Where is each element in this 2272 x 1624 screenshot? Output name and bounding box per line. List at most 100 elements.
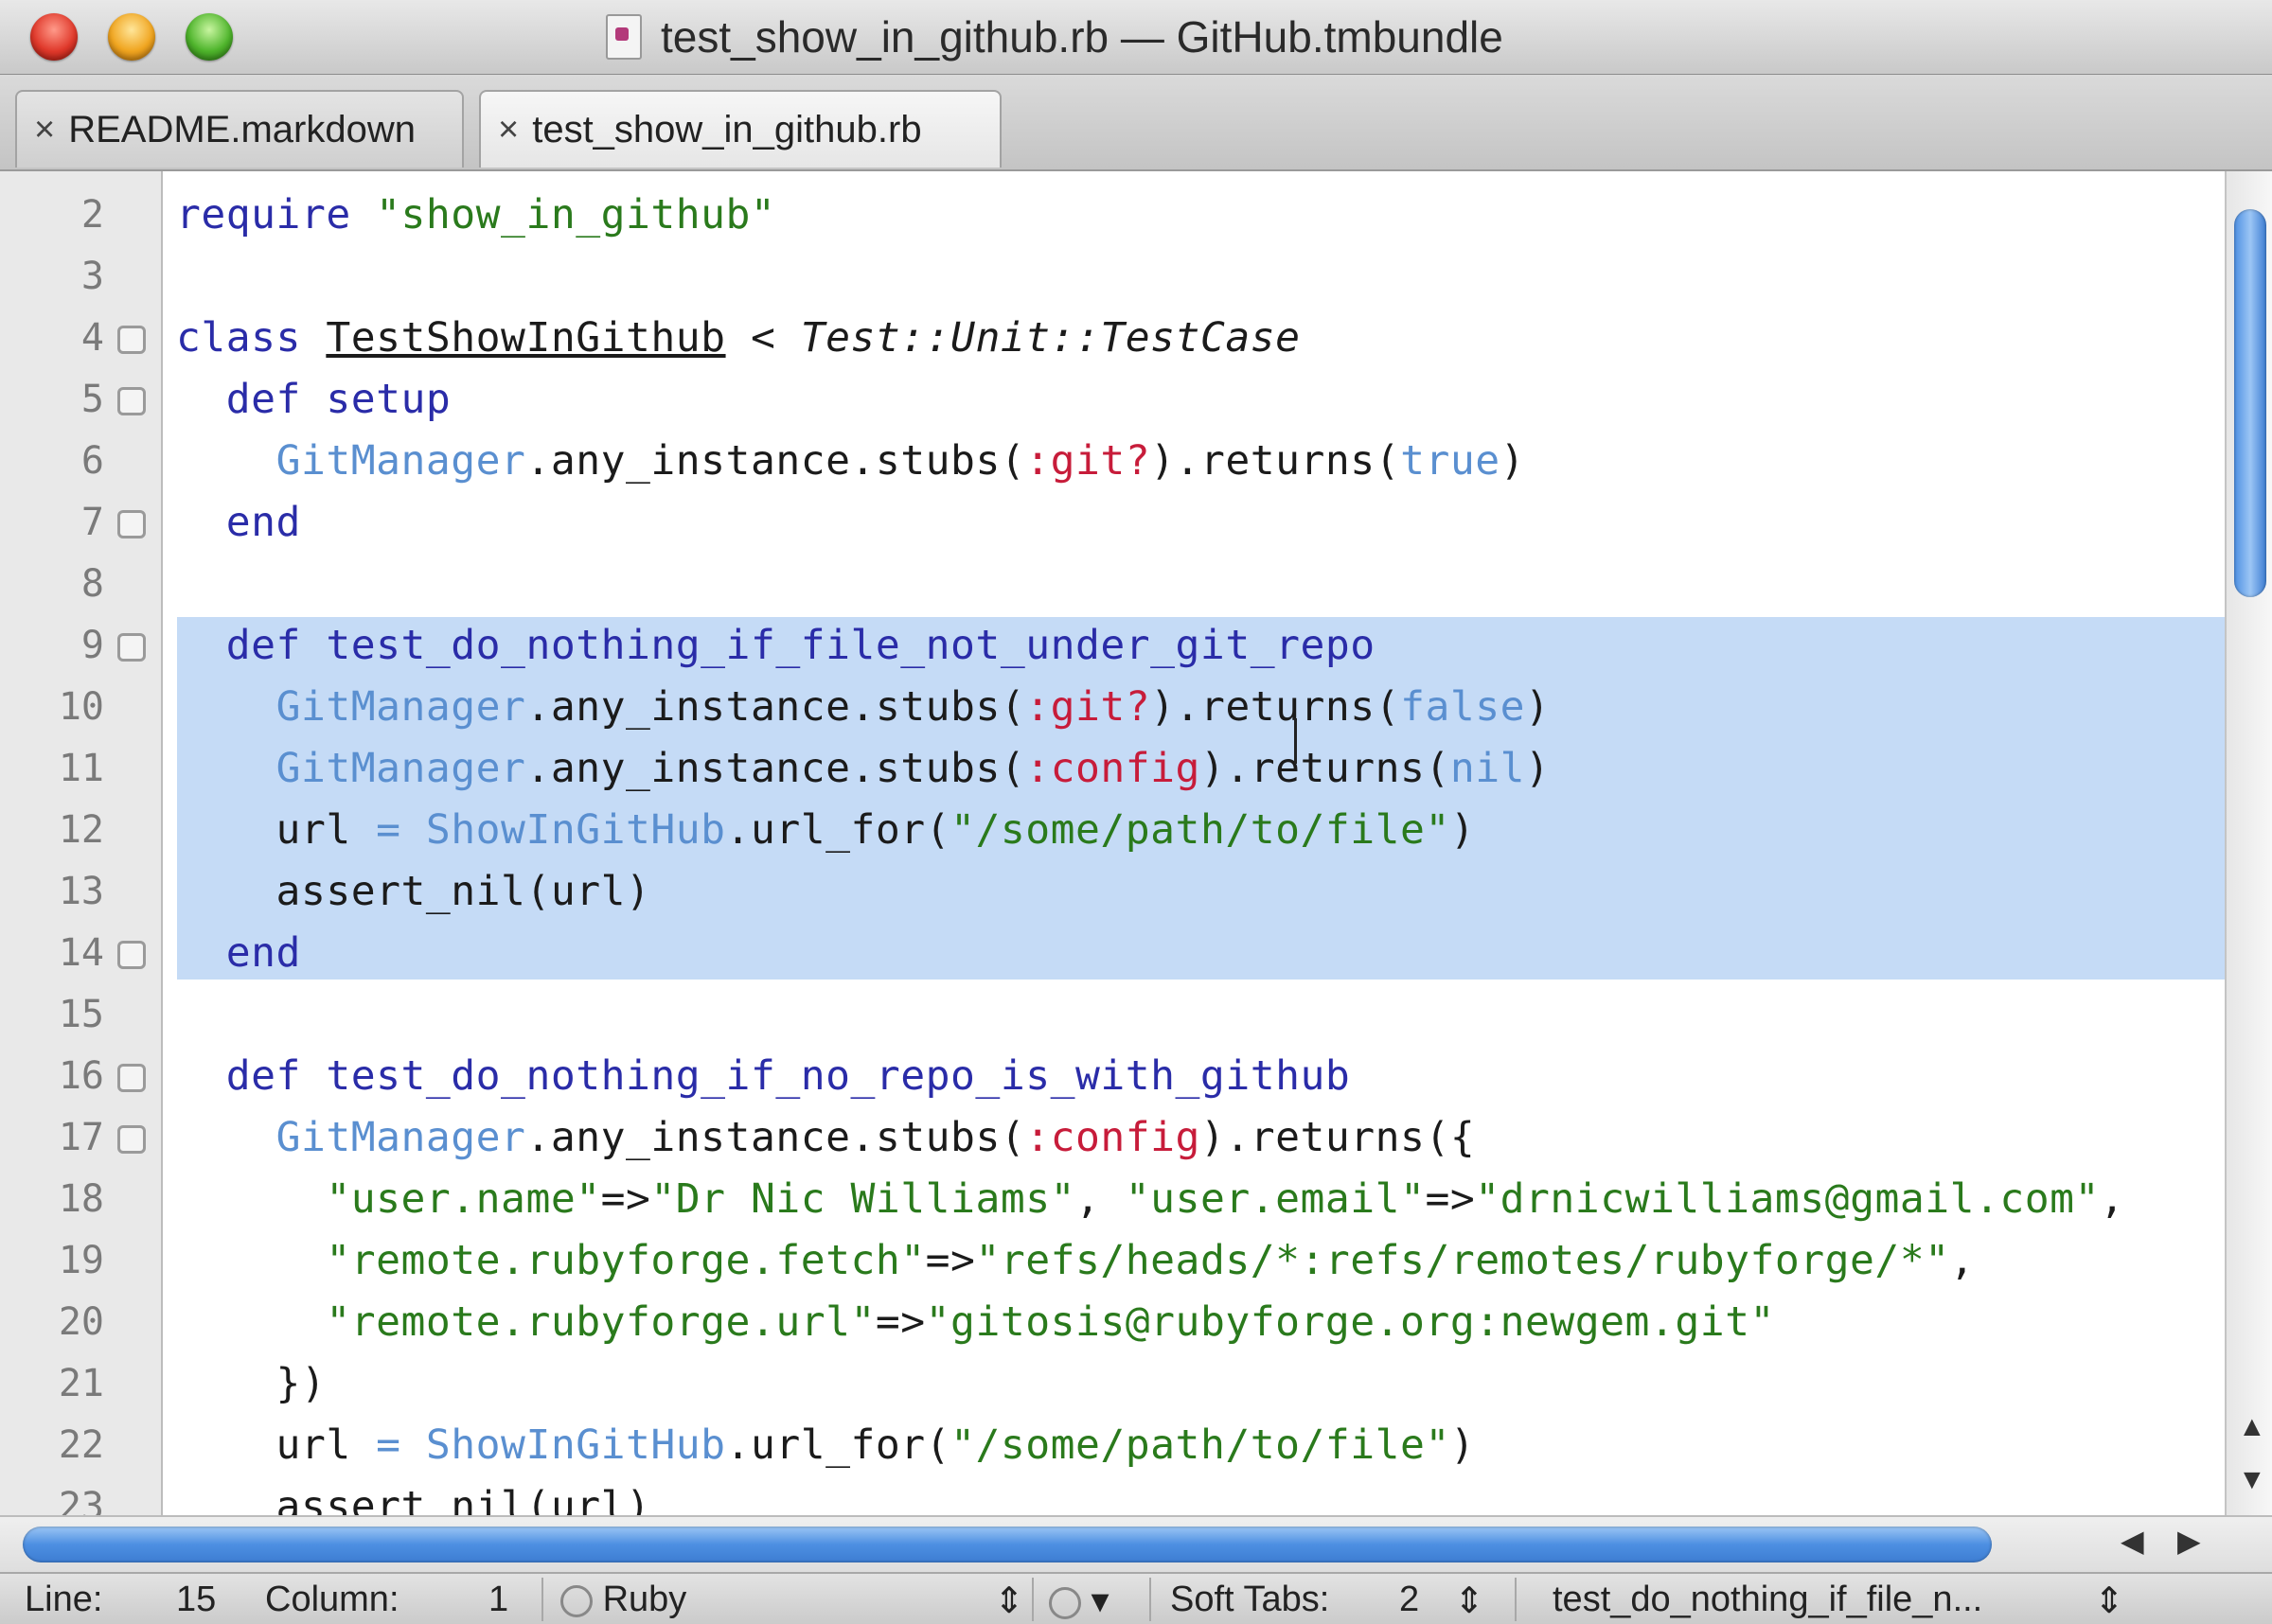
code-token: .any_instance.stubs( (525, 683, 1026, 731)
fold-marker-icon[interactable] (117, 633, 146, 662)
fold-marker-icon[interactable] (117, 1064, 146, 1092)
line-number: 4 (80, 316, 104, 360)
symbol-token: :git? (1025, 683, 1151, 731)
chevron-down-icon: ▾ (1081, 1581, 1109, 1621)
line-number: 22 (58, 1423, 104, 1467)
method-name-token: setup (326, 376, 452, 423)
tab-readme[interactable]: × README.markdown (15, 90, 464, 168)
horizontal-scroll-thumb[interactable] (23, 1527, 1992, 1562)
code-token: , (2099, 1175, 2125, 1223)
soft-tabs-arrows-icon[interactable]: ⇕ (1454, 1580, 1484, 1622)
zoom-window-button[interactable] (186, 13, 233, 61)
code-token: url (176, 806, 377, 854)
line-number-gutter[interactable]: 2 3 4 5 6 7 8 9 10 11 12 13 14 15 16 17 … (0, 171, 163, 1515)
line-number: 5 (80, 378, 104, 421)
line-number: 18 (58, 1177, 104, 1221)
scroll-right-arrow-icon[interactable]: ▶ (2177, 1523, 2201, 1559)
scroll-down-arrow-icon[interactable]: ▼ (2238, 1464, 2266, 1496)
line-number: 17 (58, 1116, 104, 1159)
language-selector[interactable]: Ruby (560, 1580, 686, 1620)
string-token: "user.email" (1125, 1175, 1426, 1223)
line-number: 11 (58, 747, 104, 790)
code-token: .any_instance.stubs( (525, 437, 1026, 485)
code-token: , (1075, 1175, 1126, 1223)
symbol-selector[interactable]: test_do_nothing_if_file_n... (1553, 1580, 1982, 1620)
constant-token: GitManager (275, 683, 526, 731)
line-number: 3 (80, 255, 104, 298)
vertical-scrollbar[interactable]: ▲ ▼ (2225, 171, 2272, 1515)
language-popup-arrows-icon[interactable]: ⇕ (994, 1580, 1024, 1622)
bundle-actions-menu[interactable]: ▾ (1049, 1580, 1109, 1622)
constant-token: GitManager (275, 1114, 526, 1161)
symbol-token: :config (1025, 745, 1200, 792)
status-bar: Line: 15 Column: 1 Ruby ⇕ ▾ Soft Tabs: 2… (0, 1572, 2272, 1624)
title-bar: test_show_in_github.rb — GitHub.tmbundle (0, 0, 2272, 75)
code-line: "remote.rubyforge.url"=>"gitosis@rubyfor… (176, 1292, 1775, 1352)
operator-token: => (875, 1298, 926, 1346)
line-number: 19 (58, 1239, 104, 1282)
code-line: class TestShowInGithub < Test::Unit::Tes… (176, 308, 1301, 368)
code-line: GitManager.any_instance.stubs(:git?).ret… (176, 431, 1525, 491)
tab-label: README.markdown (68, 108, 416, 150)
string-token: "remote.rubyforge.fetch" (326, 1237, 926, 1284)
string-token: "Dr Nic Williams" (650, 1175, 1076, 1223)
keyword-token: class (176, 314, 327, 362)
tab-label: test_show_in_github.rb (532, 108, 922, 150)
code-token: ) (1525, 683, 1551, 731)
line-value: 15 (176, 1580, 217, 1619)
scroll-up-arrow-icon[interactable]: ▲ (2238, 1411, 2266, 1443)
line-number: 20 (58, 1300, 104, 1344)
status-divider (541, 1578, 543, 1621)
code-token: ).returns( (1199, 745, 1450, 792)
soft-tabs-value[interactable]: 2 (1399, 1580, 1419, 1620)
code-token: ) (1449, 1421, 1476, 1469)
constant-token: true (1400, 437, 1500, 485)
code-token: url (176, 1421, 377, 1469)
string-token: "show_in_github" (376, 191, 776, 238)
close-tab-icon[interactable]: × (498, 110, 519, 150)
code-line: GitManager.any_instance.stubs(:config).r… (176, 1107, 1475, 1168)
window-title: test_show_in_github.rb — GitHub.tmbundle (661, 12, 1503, 62)
code-line: end (176, 929, 301, 977)
language-label: Ruby (602, 1580, 687, 1619)
status-divider (1032, 1578, 1034, 1621)
soft-tabs-label[interactable]: Soft Tabs: (1170, 1580, 1329, 1620)
fold-marker-icon[interactable] (117, 387, 146, 415)
code-line: def test_do_nothing_if_file_not_under_gi… (176, 615, 1376, 676)
constant-token: GitManager (275, 437, 526, 485)
code-line: "user.name"=>"Dr Nic Williams", "user.em… (176, 1169, 2124, 1229)
fold-marker-icon[interactable] (117, 1125, 146, 1154)
close-window-button[interactable] (30, 13, 78, 61)
line-number: 8 (80, 562, 104, 606)
code-line: def test_do_nothing_if_no_repo_is_with_g… (176, 1046, 1350, 1106)
fold-marker-icon[interactable] (117, 941, 146, 969)
symbol-popup-arrows-icon[interactable]: ⇕ (2094, 1580, 2124, 1622)
ibeam-cursor (1294, 718, 1297, 764)
constant-token: GitManager (275, 745, 526, 792)
code-line: GitManager.any_instance.stubs(:git?).ret… (176, 677, 1550, 737)
keyword-token: def (176, 376, 327, 423)
method-name-token: test_do_nothing_if_no_repo_is_with_githu… (326, 1052, 1351, 1100)
close-tab-icon[interactable]: × (34, 110, 55, 150)
operator-token: => (1425, 1175, 1476, 1223)
line-number: 7 (80, 501, 104, 544)
code-token: ).returns( (1150, 437, 1401, 485)
fold-marker-icon[interactable] (117, 510, 146, 538)
scroll-left-arrow-icon[interactable]: ◀ (2121, 1523, 2144, 1559)
horizontal-scrollbar[interactable]: ◀ ▶ (0, 1515, 2272, 1572)
code-line: assert_nil(url) (176, 868, 651, 915)
tab-test-show-in-github[interactable]: × test_show_in_github.rb (479, 90, 1002, 168)
fold-marker-icon[interactable] (117, 326, 146, 354)
code-line: }) (176, 1360, 327, 1407)
code-editor[interactable]: require "show_in_github" class TestShowI… (163, 171, 2225, 1515)
constant-token: ShowInGitHub (425, 1421, 726, 1469)
line-number: 21 (58, 1362, 104, 1405)
vertical-scroll-thumb[interactable] (2234, 209, 2266, 597)
constant-token: false (1400, 683, 1526, 731)
code-line: url = ShowInGitHub.url_for("/some/path/t… (176, 1415, 1475, 1475)
minimize-window-button[interactable] (108, 13, 155, 61)
